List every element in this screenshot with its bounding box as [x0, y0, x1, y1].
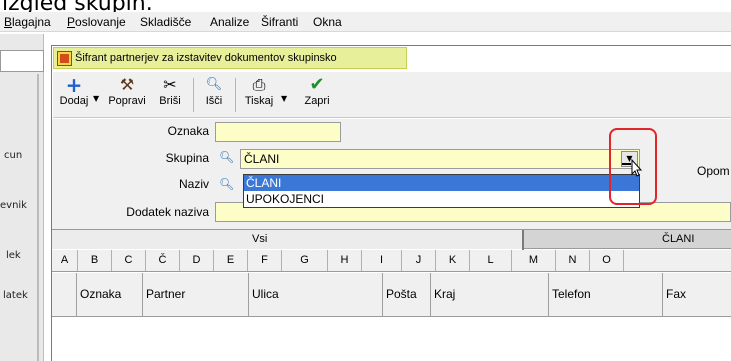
print-button[interactable]: ⎙ Tiskaj: [241, 75, 277, 115]
column-header-partner[interactable]: Partner: [142, 273, 248, 317]
menu-okna[interactable]: Okna: [313, 15, 342, 29]
dropdown-option-clani[interactable]: ČLANI: [244, 175, 639, 191]
plus-icon: +: [65, 73, 83, 97]
naziv-label: Naziv: [178, 177, 209, 191]
letter-tab[interactable]: M: [512, 250, 556, 271]
search-icon: 🔍︎: [205, 77, 223, 92]
mouse-cursor-icon: [622, 158, 643, 177]
oznaka-label: Oznaka: [167, 124, 209, 138]
scissors-icon: ✂: [163, 75, 177, 94]
column-header-fax[interactable]: Fax: [662, 273, 731, 317]
letter-index: A B C Č D E F G H I J K L M N O: [52, 250, 731, 272]
fix-button[interactable]: ⚒ Popravi: [105, 75, 149, 115]
window-titlebar: Šifrant partnerjev za izstavitev dokumen…: [53, 47, 407, 69]
letter-tab[interactable]: N: [556, 250, 590, 271]
letter-tab[interactable]: K: [436, 250, 470, 271]
menu-poslovanje[interactable]: Poslovanje: [67, 15, 126, 29]
left-panel-item[interactable]: evnik: [0, 200, 42, 211]
column-header-kraj[interactable]: Kraj: [430, 273, 548, 317]
column-header-telefon[interactable]: Telefon: [548, 273, 662, 317]
menu-skladisce[interactable]: Skladišče: [140, 15, 191, 29]
add-button[interactable]: + Dodaj: [59, 75, 89, 115]
window-title: Šifrant partnerjev za izstavitev dokumen…: [75, 52, 337, 64]
letter-tab[interactable]: E: [214, 250, 248, 271]
left-panel-item[interactable]: cun: [4, 150, 46, 161]
printer-icon: ⎙: [252, 75, 266, 94]
oznaka-field[interactable]: [215, 122, 341, 142]
column-header-posta[interactable]: Pošta: [382, 273, 430, 317]
grid-body: [52, 318, 731, 361]
left-panel-divider: [37, 74, 39, 361]
left-panel-header: [0, 50, 44, 72]
toolbar: + Dodaj ▼ ⚒ Popravi ✂ Briši 🔍︎ Išči ⎙ Ti…: [53, 72, 731, 118]
hammer-icon: ⚒: [119, 75, 135, 94]
group-tabs: Vsi ČLANI: [52, 229, 731, 250]
letter-tab[interactable]: C: [112, 250, 146, 271]
tab-clani[interactable]: ČLANI: [662, 233, 694, 245]
column-header-oznaka[interactable]: Oznaka: [76, 273, 142, 317]
letter-tab[interactable]: B: [78, 250, 112, 271]
letter-tab[interactable]: G: [282, 250, 328, 271]
skupina-dropdown-list: ČLANI UPOKOJENCI: [243, 174, 640, 208]
letter-tab[interactable]: H: [328, 250, 362, 271]
delete-button[interactable]: ✂ Briši: [153, 75, 187, 115]
column-header-ulica[interactable]: Ulica: [248, 273, 378, 317]
letter-tab[interactable]: O: [590, 250, 624, 271]
letter-tab[interactable]: J: [402, 250, 436, 271]
tab-separator: [522, 230, 524, 250]
tab-active-bg: [52, 230, 522, 249]
menu-sifranti[interactable]: Šifranti: [261, 15, 298, 29]
letter-tab[interactable]: L: [470, 250, 512, 271]
letter-tab[interactable]: Č: [146, 250, 180, 271]
letter-tab[interactable]: A: [52, 250, 78, 271]
dodatek-naziva-label: Dodatek naziva: [126, 205, 209, 219]
tab-vsi[interactable]: Vsi: [252, 233, 267, 245]
menu-blagajna[interactable]: Blagajna: [4, 15, 51, 29]
skupina-label: Skupina: [165, 151, 209, 165]
app-icon: [57, 51, 72, 66]
skupina-value: ČLANI: [244, 152, 280, 166]
add-dropdown-arrow[interactable]: ▼: [93, 94, 99, 103]
menu-bar: Blagajna Poslovanje Skladišče Analize Ši…: [0, 12, 731, 32]
left-panel-item[interactable]: lek: [6, 250, 48, 261]
checkmark-icon: ✔: [309, 74, 325, 95]
opomba-label: Opom: [697, 164, 730, 178]
skupina-combobox[interactable]: ČLANI ▼: [240, 149, 640, 169]
close-button[interactable]: ✔ Zapri: [300, 75, 334, 115]
left-panel: cun evnik lek latek: [0, 34, 44, 361]
grid-header: Oznaka Partner Ulica Pošta Kraj Telefon …: [52, 273, 731, 317]
letter-tab[interactable]: D: [180, 250, 214, 271]
toolbar-separator: [235, 78, 236, 112]
toolbar-separator: [193, 78, 194, 112]
letter-tab[interactable]: F: [248, 250, 282, 271]
menu-analize[interactable]: Analize: [210, 15, 249, 29]
search-button[interactable]: 🔍︎ Išči: [198, 75, 230, 115]
search-icon[interactable]: 🔍︎: [219, 150, 234, 164]
letter-tab[interactable]: I: [362, 250, 402, 271]
dropdown-option-upokojenci[interactable]: UPOKOJENCI: [244, 191, 639, 207]
print-dropdown-arrow[interactable]: ▼: [281, 94, 287, 103]
search-icon[interactable]: 🔍︎: [219, 177, 234, 191]
